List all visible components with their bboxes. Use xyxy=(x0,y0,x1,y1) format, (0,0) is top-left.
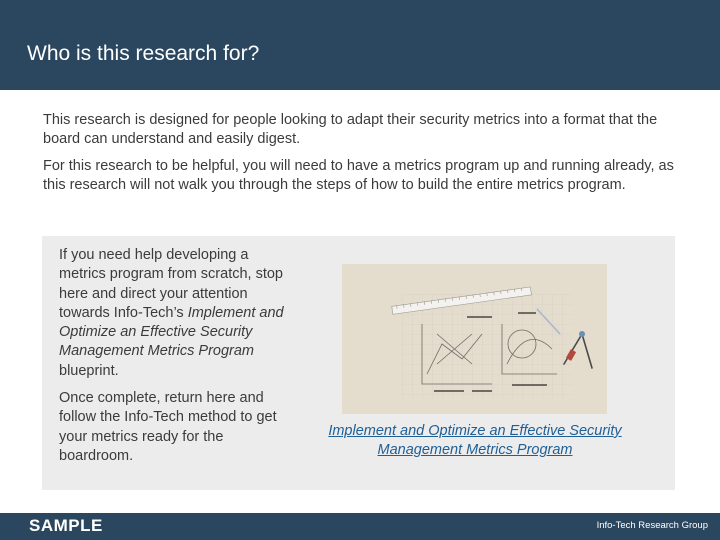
callout-paragraph-2: Once complete, return here and follow th… xyxy=(59,390,277,464)
blueprint-cover-image[interactable] xyxy=(342,264,607,414)
callout-paragraph-1: If you need help developing a metrics pr… xyxy=(59,246,285,381)
callout-text: If you need help developing a metrics pr… xyxy=(59,246,285,474)
sample-label: SAMPLE xyxy=(29,516,103,535)
page-title: Who is this research for? xyxy=(27,42,260,65)
callout-text-after: blueprint. xyxy=(59,362,119,379)
drafting-illustration xyxy=(342,264,607,414)
intro-paragraph-2: For this research to be helpful, you wil… xyxy=(43,158,674,193)
footer-brand: Info-Tech Research Group xyxy=(596,520,708,531)
blueprint-link[interactable]: Implement and Optimize an Effective Secu… xyxy=(300,422,650,461)
intro-section: This research is designed for people loo… xyxy=(43,111,683,203)
intro-paragraph-1: This research is designed for people loo… xyxy=(43,112,658,147)
